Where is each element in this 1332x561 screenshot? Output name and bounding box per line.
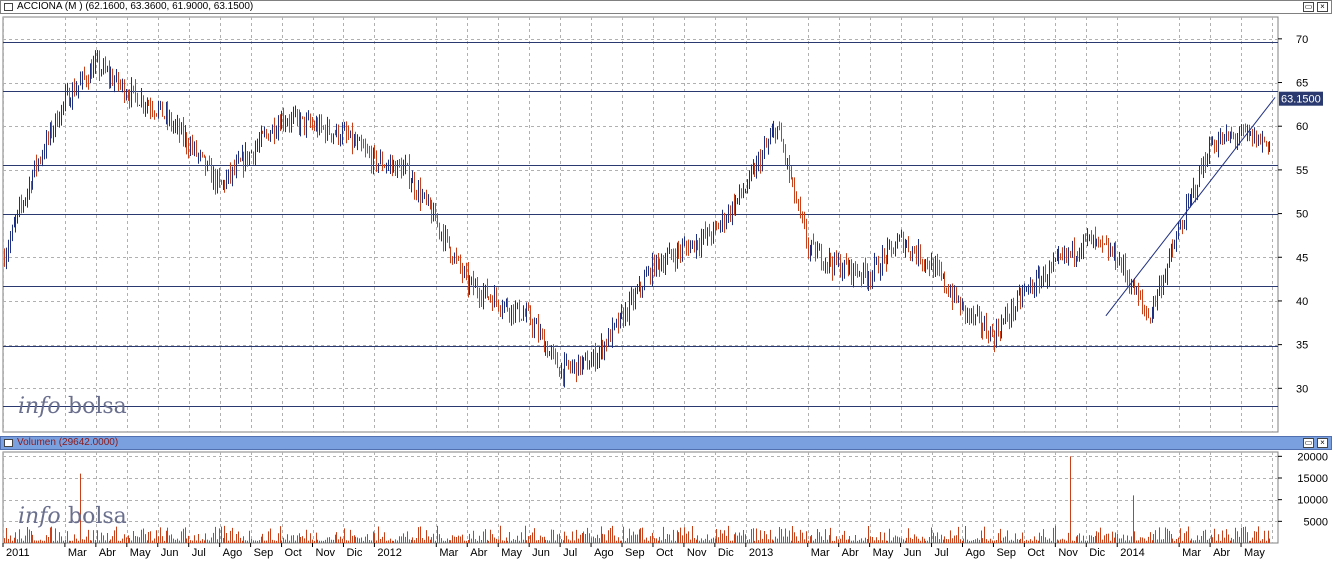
close-button[interactable]: × bbox=[1317, 2, 1328, 12]
price-chart: 30 35 40 45 50 55 60 65 70 63.1500 info bolsa bbox=[2, 16, 1323, 433]
last-price-marker: 63.1500 bbox=[1279, 91, 1323, 106]
x-tick-label: May bbox=[1244, 547, 1265, 559]
x-tick-label: Jun bbox=[904, 547, 922, 559]
watermark-info: info bbox=[18, 504, 61, 529]
volume-y-tick-label: 15000 bbox=[1297, 473, 1328, 485]
x-tick-label: Sep bbox=[996, 547, 1016, 559]
volume-y-tick-label: 5000 bbox=[1304, 516, 1328, 528]
restore-button[interactable]: ▭ bbox=[1303, 438, 1314, 448]
x-tick-label: Jun bbox=[161, 547, 179, 559]
price-y-tick-label: 65 bbox=[1296, 78, 1308, 90]
x-tick-label: Dic bbox=[1089, 547, 1105, 559]
x-tick-label: May bbox=[501, 547, 522, 559]
x-tick-label: May bbox=[873, 547, 894, 559]
x-tick-label: 2011 bbox=[6, 547, 30, 559]
x-tick-label: Dic bbox=[346, 547, 362, 559]
price-y-tick-label: 35 bbox=[1296, 340, 1308, 352]
x-tick-label: Nov bbox=[1058, 547, 1078, 559]
volume-chart: 5000 10000 15000 20000 2011 Mar Abr May Jun Jul A… bbox=[2, 451, 1328, 559]
x-tick-label: Mar bbox=[68, 547, 87, 559]
price-pane-title: ACCIONA (M ) (62.1600, 63.3600, 61.9000,… bbox=[17, 1, 254, 12]
volume-pane-title: Volumen (29642.0000) bbox=[17, 437, 119, 448]
x-tick-label: Oct bbox=[656, 547, 673, 559]
x-tick-label: Mar bbox=[439, 547, 458, 559]
x-tick-label: Oct bbox=[1027, 547, 1044, 559]
price-y-tick-label: 55 bbox=[1296, 165, 1308, 177]
x-tick-label: Mar bbox=[1182, 547, 1201, 559]
price-y-tick-label: 70 bbox=[1296, 34, 1308, 46]
pane-collapse-icon[interactable] bbox=[4, 439, 13, 447]
close-button[interactable]: × bbox=[1317, 438, 1328, 448]
x-tick-label: Abr bbox=[99, 547, 116, 559]
x-tick-label: Abr bbox=[842, 547, 859, 559]
price-grid bbox=[2, 16, 1279, 433]
x-tick-label: Mar bbox=[811, 547, 830, 559]
x-tick-label: 2012 bbox=[377, 547, 401, 559]
volume-pane-header: Volumen (29642.0000) ▭ × bbox=[0, 436, 1332, 450]
pane-collapse-icon[interactable] bbox=[4, 3, 13, 11]
x-tick-label: Abr bbox=[470, 547, 487, 559]
x-tick-label: Nov bbox=[316, 547, 336, 559]
x-tick-label: 2014 bbox=[1120, 547, 1144, 559]
x-tick-label: Dic bbox=[718, 547, 734, 559]
price-y-tick-label: 40 bbox=[1296, 296, 1308, 308]
watermark-bolsa: bolsa bbox=[68, 504, 127, 529]
x-tick-label: Sep bbox=[625, 547, 645, 559]
price-y-tick-label: 60 bbox=[1296, 121, 1308, 133]
x-tick-label: 2013 bbox=[749, 547, 773, 559]
price-pane-header: ACCIONA (M ) (62.1600, 63.3600, 61.9000,… bbox=[0, 0, 1332, 14]
x-tick-label: Abr bbox=[1213, 547, 1230, 559]
volume-y-tick-label: 10000 bbox=[1297, 495, 1328, 507]
price-y-tick-label: 50 bbox=[1296, 209, 1308, 221]
x-tick-label: Ago bbox=[223, 547, 243, 559]
x-tick-label: Ago bbox=[594, 547, 614, 559]
volume-y-tick-label: 20000 bbox=[1297, 451, 1328, 463]
x-tick-label: Sep bbox=[254, 547, 274, 559]
watermark-info: info bbox=[18, 394, 61, 419]
x-tick-label: Oct bbox=[285, 547, 302, 559]
x-tick-label: Jun bbox=[532, 547, 550, 559]
price-y-tick-label: 45 bbox=[1296, 252, 1308, 264]
price-y-axis: 30 35 40 45 50 55 60 65 70 bbox=[1278, 34, 1308, 395]
last-price-label: 63.1500 bbox=[1281, 94, 1321, 106]
x-tick-label: Ago bbox=[965, 547, 985, 559]
price-y-tick-label: 30 bbox=[1296, 383, 1308, 395]
x-tick-label: May bbox=[130, 547, 151, 559]
x-tick-label: Nov bbox=[687, 547, 707, 559]
restore-button[interactable]: ▭ bbox=[1303, 2, 1314, 12]
x-tick-label: Jul bbox=[192, 547, 206, 559]
x-tick-label: Jul bbox=[935, 547, 949, 559]
watermark-bolsa: bolsa bbox=[68, 394, 127, 419]
x-axis: 2011 Mar Abr May Jun Jul Ago Sep Oct Nov Dic 2012 Ma… bbox=[2, 543, 1265, 559]
volume-y-axis: 5000 10000 15000 20000 bbox=[1278, 451, 1328, 528]
x-tick-label: Jul bbox=[563, 547, 577, 559]
